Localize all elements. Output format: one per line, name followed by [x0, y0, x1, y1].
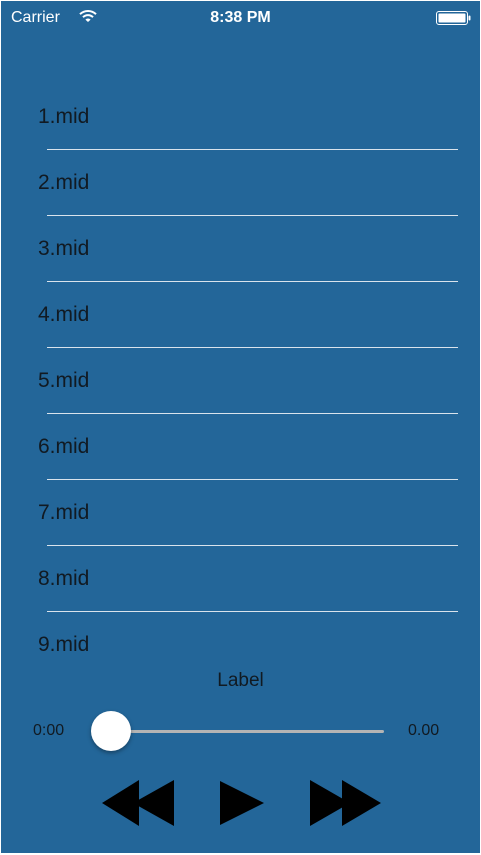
- song-row[interactable]: 3.mid: [1, 216, 480, 282]
- song-title: 6.mid: [38, 435, 90, 458]
- rewind-icon: [102, 780, 176, 826]
- play-icon: [218, 780, 266, 826]
- song-row[interactable]: 5.mid: [1, 348, 480, 414]
- status-bar: Carrier 8:38 PM: [1, 1, 480, 35]
- app-screen: Carrier 8:38 PM 1.mid 2.mid 3.mid 4.mid …: [1, 1, 480, 853]
- fast-forward-button[interactable]: [308, 780, 382, 826]
- song-title: 4.mid: [38, 303, 90, 326]
- song-row[interactable]: 4.mid: [1, 282, 480, 348]
- song-row[interactable]: 2.mid: [1, 150, 480, 216]
- song-row[interactable]: 7.mid: [1, 480, 480, 546]
- song-title: 5.mid: [38, 369, 90, 392]
- song-title: 2.mid: [38, 171, 90, 194]
- play-button[interactable]: [218, 780, 266, 826]
- slider-thumb[interactable]: [91, 711, 131, 751]
- song-title: 3.mid: [38, 237, 90, 260]
- current-time: 0:00: [33, 722, 65, 739]
- song-row[interactable]: 1.mid: [1, 84, 480, 150]
- status-time: 8:38 PM: [210, 9, 271, 26]
- song-title: 7.mid: [38, 501, 90, 524]
- slider-track: [91, 730, 384, 733]
- battery-icon: [436, 11, 472, 25]
- song-title: 8.mid: [38, 567, 90, 590]
- total-time: 0.00: [408, 722, 440, 739]
- rewind-button[interactable]: [102, 780, 176, 826]
- song-row[interactable]: 6.mid: [1, 414, 480, 480]
- song-list: 1.mid 2.mid 3.mid 4.mid 5.mid 6.mid 7.mi…: [1, 84, 480, 678]
- song-row[interactable]: 9.mid: [1, 612, 480, 678]
- song-row[interactable]: 8.mid: [1, 546, 480, 612]
- song-title: 1.mid: [38, 105, 90, 128]
- song-title: 9.mid: [38, 633, 90, 656]
- progress-slider[interactable]: [91, 710, 384, 752]
- now-playing-label: Label: [217, 670, 264, 691]
- fast-forward-icon: [308, 780, 382, 826]
